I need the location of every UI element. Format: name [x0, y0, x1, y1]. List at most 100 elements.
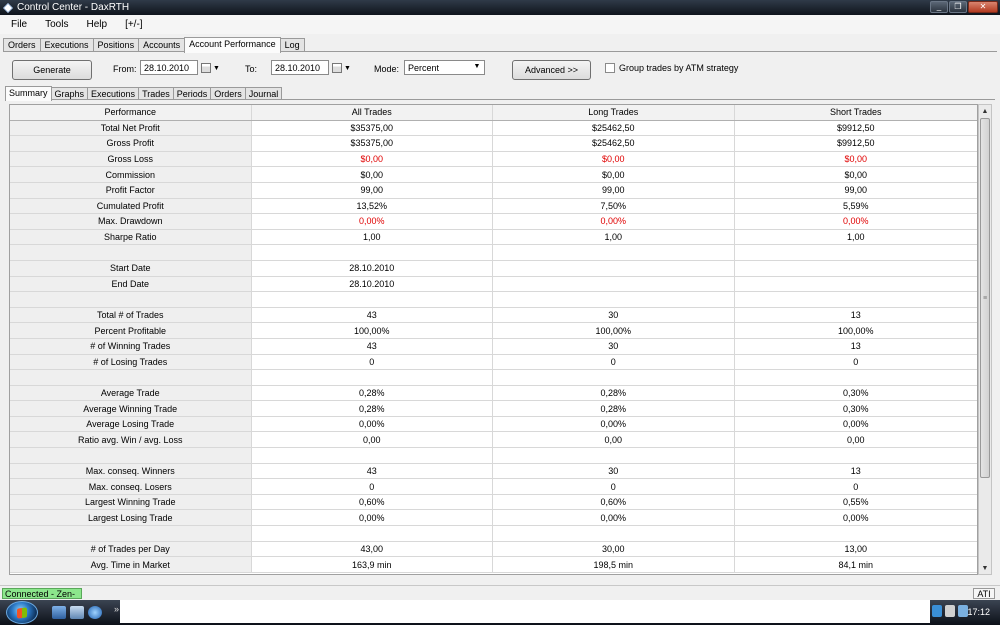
- scroll-thumb[interactable]: ≡: [980, 118, 990, 478]
- table-row[interactable]: # of Winning Trades 43 30 13: [10, 338, 977, 355]
- table-row[interactable]: [10, 370, 977, 386]
- table-row[interactable]: Cumulated Profit 13,52% 7,50% 5,59%: [10, 198, 977, 215]
- all-trades-value: $0,00: [252, 167, 493, 182]
- start-button[interactable]: [6, 601, 38, 624]
- metric-label: [10, 526, 252, 541]
- from-calendar-button[interactable]: ▼: [201, 61, 223, 75]
- menu-tools[interactable]: Tools: [38, 19, 75, 30]
- from-date-field[interactable]: 28.10.2010: [140, 60, 198, 75]
- short-trades-value: 5,59%: [842, 200, 869, 211]
- table-row[interactable]: Gross Profit $35375,00 $25462,50 $9912,50: [10, 136, 977, 152]
- chevron-down-icon: ▼: [473, 63, 481, 70]
- generate-button[interactable]: Generate: [12, 60, 92, 80]
- table-row[interactable]: [10, 245, 977, 261]
- restore-button[interactable]: ❐: [949, 1, 967, 13]
- table-row[interactable]: Percent Profitable 100,00% 100,00% 100,00%: [10, 323, 977, 339]
- all-trades-value: 28.10.2010: [252, 276, 493, 292]
- menu-bar: File Tools Help [+/-]: [0, 15, 1000, 34]
- menu-file[interactable]: File: [4, 19, 34, 30]
- metric-label: Average Winning Trade: [10, 401, 252, 416]
- table-row[interactable]: Average Losing Trade 0,00% 0,00% 0,00%: [10, 416, 977, 433]
- table-row[interactable]: # of Trades per Day 43,00 30,00 13,00: [10, 541, 977, 558]
- ati-indicator: ATI: [973, 588, 995, 599]
- short-trades-value: 13,00: [844, 543, 868, 554]
- table-row[interactable]: Sharpe Ratio 1,00 1,00 1,00: [10, 229, 977, 246]
- metric-label: [10, 448, 252, 463]
- menu-help[interactable]: Help: [79, 19, 114, 30]
- scroll-up-icon[interactable]: ▲: [979, 105, 991, 117]
- table-row[interactable]: [10, 292, 977, 308]
- table-row[interactable]: Start Date 28.10.2010: [10, 260, 977, 277]
- switch-windows-icon[interactable]: [70, 606, 84, 619]
- metric-label: [10, 245, 252, 260]
- long-trades-value: 30: [493, 338, 735, 354]
- table-row[interactable]: Profit Factor 99,00 99,00 99,00: [10, 182, 977, 199]
- taskbar-window-area: [120, 600, 930, 623]
- all-trades-value: [252, 448, 493, 463]
- table-row[interactable]: Average Trade 0,28% 0,28% 0,30%: [10, 385, 977, 402]
- to-date-field[interactable]: 28.10.2010: [271, 60, 329, 75]
- tab-account-performance[interactable]: Account Performance: [184, 37, 281, 53]
- all-trades-value: $35375,00: [252, 136, 493, 151]
- menu-toggle[interactable]: [+/-]: [118, 19, 150, 30]
- table-row[interactable]: Avg. Time in Market 163,9 min 198,5 min 84,…: [10, 557, 977, 573]
- table-row[interactable]: Total # of Trades 43 30 13: [10, 307, 977, 324]
- short-trades-value: $0,00: [844, 169, 868, 180]
- table-row[interactable]: Total Net Profit $35375,00 $25462,50 $9912,…: [10, 120, 977, 137]
- table-row[interactable]: Average Winning Trade 0,28% 0,28% 0,30%: [10, 401, 977, 417]
- subtab-divider: [5, 99, 995, 100]
- column-header-short-trades[interactable]: Short Trades: [734, 105, 977, 120]
- table-row[interactable]: Largest Losing Trade 0,00% 0,00% 0,00%: [10, 510, 977, 527]
- metric-label: [10, 370, 252, 385]
- short-trades-value: [735, 526, 978, 541]
- show-desktop-icon[interactable]: [52, 606, 66, 619]
- column-header-performance[interactable]: Performance: [10, 105, 252, 120]
- metric-label: Max. conseq. Winners: [10, 463, 252, 479]
- table-row[interactable]: [10, 448, 977, 464]
- tab-orders[interactable]: Orders: [3, 38, 41, 52]
- long-trades-value: 0,00%: [493, 416, 735, 432]
- tab-summary[interactable]: Summary: [5, 86, 52, 101]
- table-row[interactable]: Max. Drawdown 0,00% 0,00% 0,00%: [10, 214, 977, 230]
- table-row[interactable]: Largest Winning Trade 0,60% 0,60% 0,55%: [10, 494, 977, 511]
- metric-label: Average Trade: [10, 385, 252, 401]
- mode-select[interactable]: Percent ▼: [404, 60, 485, 75]
- internet-explorer-icon[interactable]: [88, 606, 102, 619]
- all-trades-value: 43,00: [252, 541, 493, 557]
- table-row[interactable]: Ratio avg. Win / avg. Loss 0,00 0,00 0,00: [10, 432, 977, 449]
- to-calendar-button[interactable]: ▼: [332, 61, 354, 75]
- volume-icon[interactable]: [945, 605, 955, 617]
- table-row[interactable]: # of Losing Trades 0 0 0: [10, 354, 977, 371]
- minimize-button[interactable]: _: [930, 1, 948, 13]
- long-trades-value: 30: [493, 463, 735, 479]
- metric-label: Gross Loss: [10, 151, 252, 167]
- tab-positions[interactable]: Positions: [92, 38, 140, 52]
- long-trades-value: $25462,50: [493, 120, 735, 136]
- metric-label: Largest Winning Trade: [10, 494, 252, 510]
- metric-label: Avg. Time in Market: [10, 557, 252, 572]
- short-trades-value: 13: [850, 341, 861, 352]
- table-row[interactable]: Max. conseq. Losers 0 0 0: [10, 479, 977, 495]
- column-header-long-trades[interactable]: Long Trades: [493, 105, 735, 120]
- table-row[interactable]: Commission $0,00 $0,00 $0,00: [10, 167, 977, 183]
- close-button[interactable]: ✕: [968, 1, 998, 13]
- network-icon[interactable]: [932, 605, 942, 617]
- table-row[interactable]: Gross Loss $0,00 $0,00 $0,00: [10, 151, 977, 168]
- tab-executions[interactable]: Executions: [39, 38, 94, 52]
- advanced-button[interactable]: Advanced >>: [512, 60, 591, 80]
- tab-log[interactable]: Log: [279, 38, 305, 52]
- table-row[interactable]: [10, 526, 977, 542]
- scroll-down-icon[interactable]: ▼: [979, 562, 991, 574]
- group-atm-checkbox[interactable]: [605, 63, 615, 73]
- table-row[interactable]: End Date 28.10.2010: [10, 276, 977, 293]
- table-row[interactable]: Max. conseq. Winners 43 30 13: [10, 463, 977, 480]
- vertical-scrollbar[interactable]: ▲ ≡ ▼: [978, 104, 992, 575]
- column-header-all-trades[interactable]: All Trades: [251, 105, 493, 120]
- taskbar-clock[interactable]: 17:12: [967, 607, 990, 617]
- all-trades-value: 0,00%: [252, 214, 493, 229]
- quicklaunch-overflow-icon[interactable]: »: [114, 604, 119, 614]
- short-trades-value: 84,1 min: [838, 559, 874, 570]
- dropdown-arrow-icon: ▼: [213, 64, 220, 72]
- tab-accounts[interactable]: Accounts: [138, 38, 186, 52]
- short-trades-value: 13: [850, 310, 861, 321]
